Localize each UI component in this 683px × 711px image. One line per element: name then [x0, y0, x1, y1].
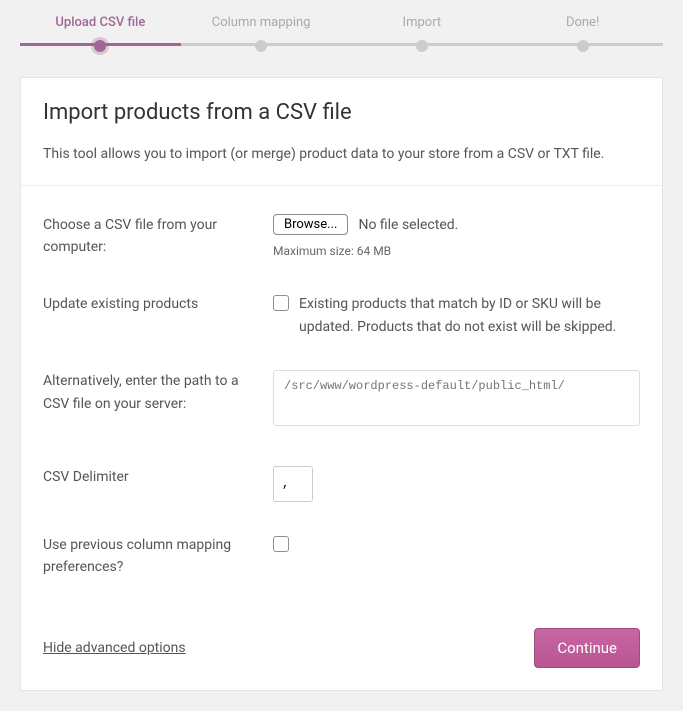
update-existing-checkbox[interactable] [273, 295, 289, 311]
import-card: Import products from a CSV file This too… [20, 77, 663, 691]
update-existing-label: Update existing products [43, 293, 273, 315]
step-label: Column mapping [181, 15, 342, 30]
server-path-label: Alternatively, enter the path to a CSV f… [43, 370, 273, 415]
row-server-path: Alternatively, enter the path to a CSV f… [43, 354, 640, 449]
row-delimiter: CSV Delimiter [43, 450, 640, 518]
step-label: Upload CSV file [20, 15, 181, 30]
delimiter-label: CSV Delimiter [43, 466, 273, 488]
toggle-advanced-link[interactable]: Hide advanced options [43, 640, 186, 656]
row-update-existing: Update existing products Existing produc… [43, 277, 640, 354]
prev-mapping-checkbox[interactable] [273, 536, 289, 552]
card-header: Import products from a CSV file This too… [21, 78, 662, 185]
step-import[interactable]: Import [342, 15, 503, 52]
delimiter-input[interactable] [273, 466, 313, 502]
continue-button[interactable]: Continue [534, 628, 640, 668]
step-dot-icon [255, 40, 267, 52]
step-dot-icon [577, 40, 589, 52]
browse-button[interactable]: Browse... [273, 214, 348, 235]
update-existing-desc: Existing products that match by ID or SK… [299, 293, 640, 338]
step-dot-icon [94, 40, 106, 52]
step-dot-icon [416, 40, 428, 52]
row-prev-mapping: Use previous column mapping preferences? [43, 518, 640, 595]
progress-steps: Upload CSV file Column mapping Import Do… [20, 10, 663, 52]
file-size-hint: Maximum size: 64 MB [273, 242, 640, 261]
server-path-input[interactable] [273, 370, 640, 426]
page-description: This tool allows you to import (or merge… [43, 143, 640, 167]
step-column-mapping[interactable]: Column mapping [181, 15, 342, 52]
step-label: Done! [502, 15, 663, 30]
prev-mapping-label: Use previous column mapping preferences? [43, 534, 273, 579]
choose-file-label: Choose a CSV file from your computer: [43, 214, 273, 259]
step-done[interactable]: Done! [502, 15, 663, 52]
card-body: Choose a CSV file from your computer: Br… [21, 185, 662, 607]
row-choose-file: Choose a CSV file from your computer: Br… [43, 198, 640, 278]
file-status-text: No file selected. [358, 214, 458, 236]
page-title: Import products from a CSV file [43, 100, 640, 125]
step-label: Import [342, 15, 503, 30]
step-upload[interactable]: Upload CSV file [20, 15, 181, 52]
card-footer: Hide advanced options Continue [21, 606, 662, 690]
